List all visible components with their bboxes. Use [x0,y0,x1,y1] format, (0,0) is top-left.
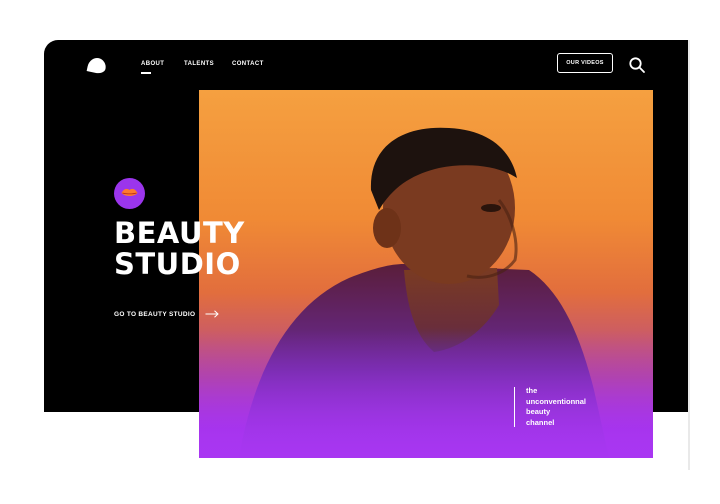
our-videos-button[interactable]: OUR VIDEOS [557,53,613,73]
active-link-underline [141,72,151,74]
tagline-line: unconventionnal [526,396,586,406]
nav-link-contact[interactable]: CONTACT [232,61,264,67]
lips-badge [114,178,145,209]
go-to-beauty-studio-link[interactable]: GO TO BEAUTY STUDIO [114,310,220,318]
hero-title: BEAUTY STUDIO [114,218,245,280]
page-edge-strip [688,40,690,470]
lips-icon [121,188,138,196]
arrow-right-icon [205,310,220,318]
nav-link-talents[interactable]: TALENTS [184,61,214,67]
tagline: the unconventionnal beauty channel [526,386,586,428]
leaf-logo-icon[interactable] [86,56,108,75]
tagline-line: beauty [526,407,551,416]
tagline-divider [514,387,515,427]
cta-label: GO TO BEAUTY STUDIO [114,310,196,318]
search-icon[interactable] [628,56,646,74]
tagline-line: the [526,386,538,395]
hero-title-line1: BEAUTY [114,216,245,250]
tagline-line: channel [526,417,555,427]
top-navbar: ABOUT TALENTS CONTACT OUR VIDEOS [44,40,688,90]
nav-link-about[interactable]: ABOUT [141,61,164,67]
hero-title-line2: STUDIO [114,247,241,281]
